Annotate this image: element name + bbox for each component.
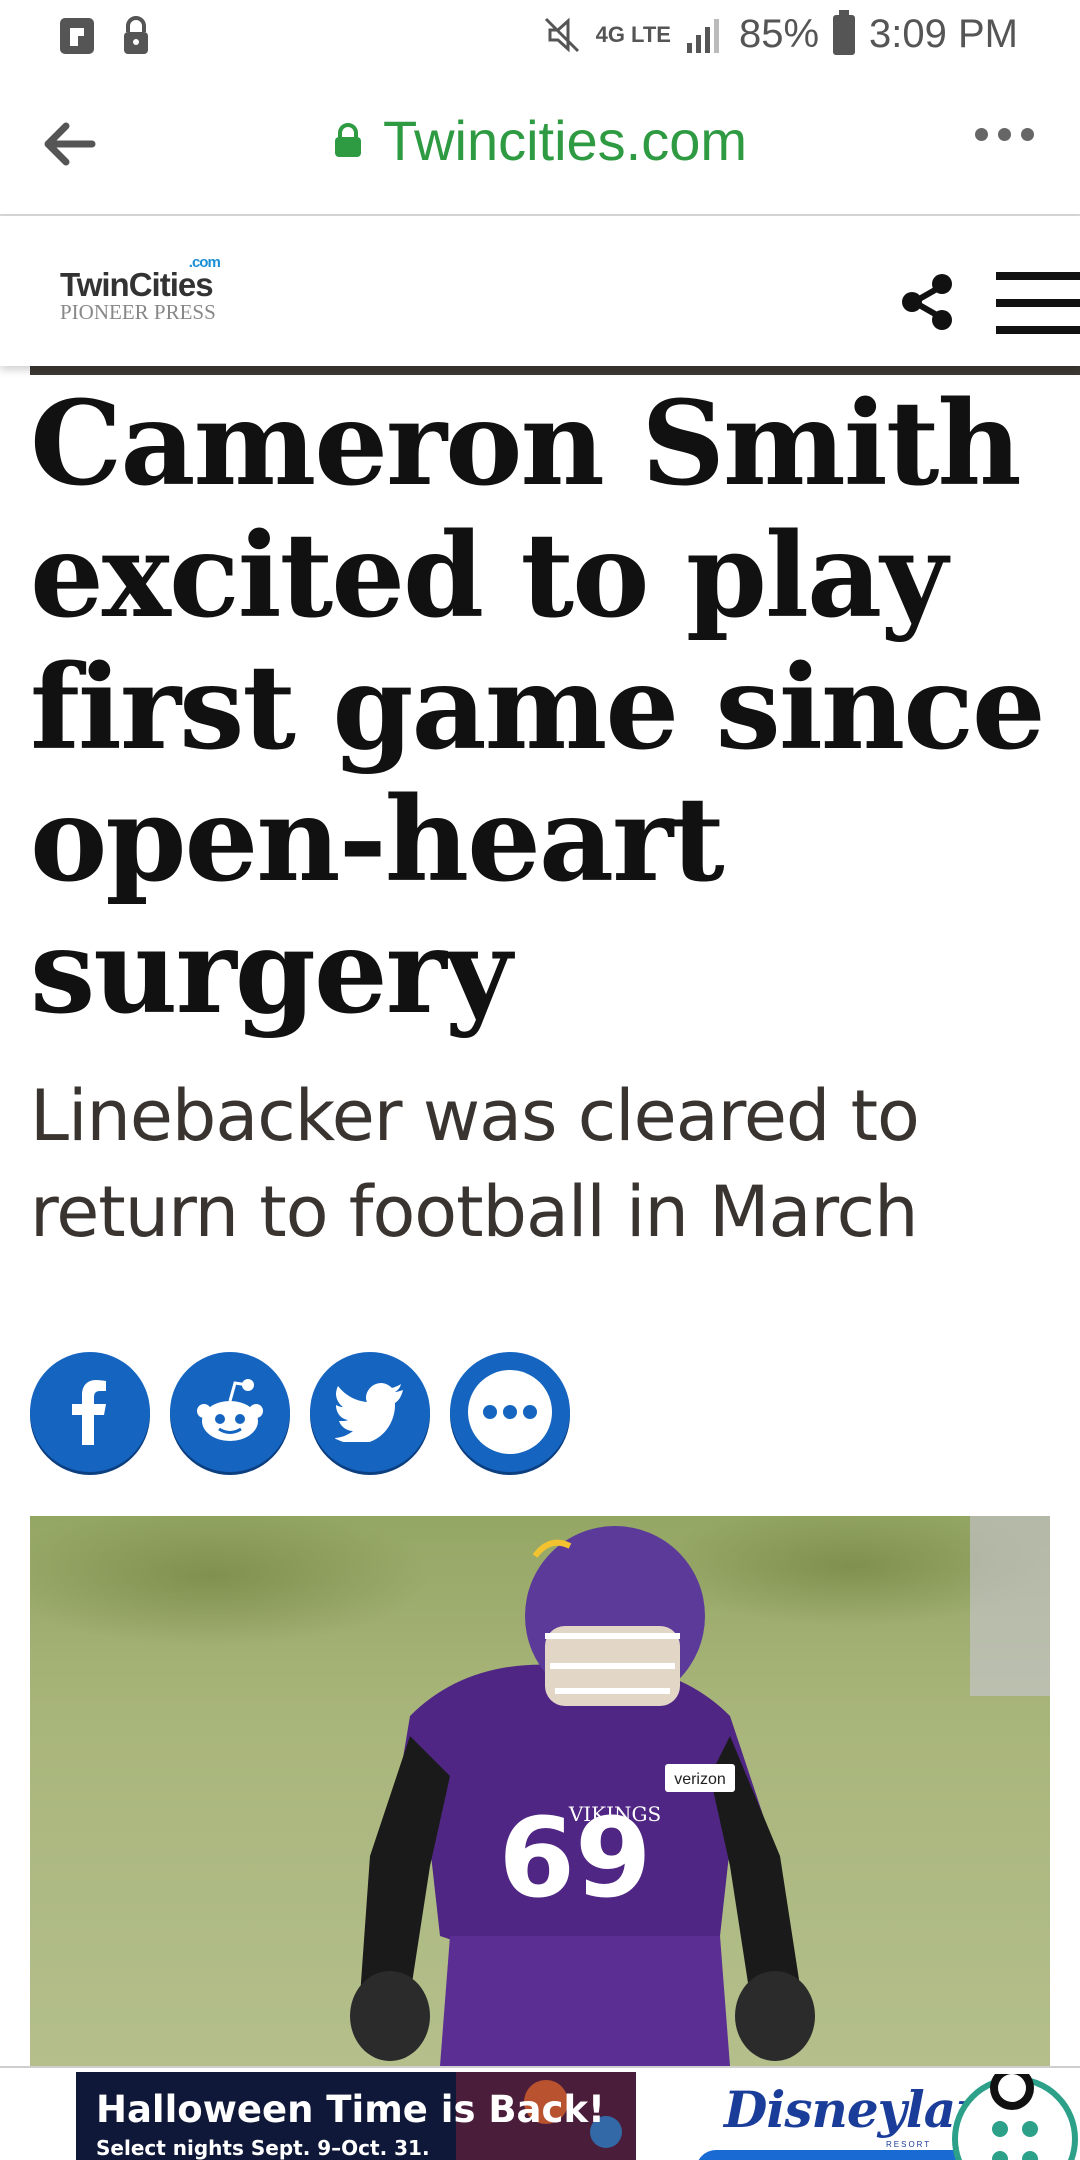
ad-subtitle: Select nights Sept. 9–Oct. 31.	[96, 2136, 430, 2160]
mute-icon	[544, 17, 579, 52]
more-dots-icon	[468, 1370, 552, 1454]
sim-icon	[60, 18, 94, 54]
bottom-ad-banner[interactable]: Halloween Time is Back! Select nights Se…	[0, 2066, 1080, 2160]
address-bar[interactable]: Twincities.com	[0, 108, 1080, 173]
status-time: 3:09 PM	[869, 12, 1018, 56]
facebook-icon	[72, 1380, 106, 1445]
dot-icon	[998, 128, 1011, 141]
browser-menu-button[interactable]	[975, 128, 1034, 141]
logo-main-text: TwinCities	[60, 266, 214, 303]
ad-image-panel[interactable]: Halloween Time is Back! Select nights Se…	[76, 2072, 636, 2160]
dot-icon	[1021, 128, 1034, 141]
facebook-share-button[interactable]	[30, 1352, 150, 1472]
logo-com-text: .com	[188, 254, 221, 271]
share-icon[interactable]	[896, 270, 960, 334]
dot-icon	[975, 128, 988, 141]
battery-icon	[833, 9, 856, 55]
browser-toolbar: Twincities.com	[0, 72, 1080, 216]
jersey-team-text: VIKINGS	[568, 1802, 661, 1826]
football-player-photo: 69 VIKINGS verizon	[30, 1516, 1050, 2066]
battery-percent: 85%	[738, 12, 820, 56]
ad-choices-icon[interactable]	[950, 2074, 1080, 2160]
ad-cta-button[interactable]	[696, 2150, 986, 2160]
status-bar: 4G LTE 85% 3:09 PM	[0, 0, 1080, 72]
secure-lock-icon	[334, 122, 361, 157]
network-type: 4G LTE	[595, 21, 671, 47]
article-subhead: Linebacker was cleared to return to foot…	[30, 1075, 920, 1253]
article-hero-image[interactable]: 69 VIKINGS verizon	[30, 1516, 1050, 2066]
ad-brand-sub: RESORT	[886, 2140, 932, 2149]
more-share-button[interactable]	[450, 1352, 570, 1472]
twitter-icon	[335, 1383, 403, 1442]
hamburger-menu-icon[interactable]	[996, 272, 1080, 334]
reddit-share-button[interactable]	[170, 1352, 290, 1472]
social-share-row	[30, 1352, 570, 1472]
site-header: TwinCities .com PIONEER PRESS	[0, 216, 1080, 366]
article-headline: Cameron Smith excited to play first game…	[30, 376, 1046, 1040]
jersey-sponsor: verizon	[674, 1771, 726, 1788]
url-text: Twincities.com	[382, 109, 748, 172]
signal-icon	[686, 18, 719, 53]
reddit-icon	[197, 1379, 263, 1441]
site-logo[interactable]: TwinCities .com PIONEER PRESS	[60, 254, 221, 325]
ad-title: Halloween Time is Back!	[96, 2088, 605, 2131]
twitter-share-button[interactable]	[310, 1352, 430, 1472]
header-divider	[30, 366, 1080, 375]
lock-status-icon	[124, 16, 148, 54]
